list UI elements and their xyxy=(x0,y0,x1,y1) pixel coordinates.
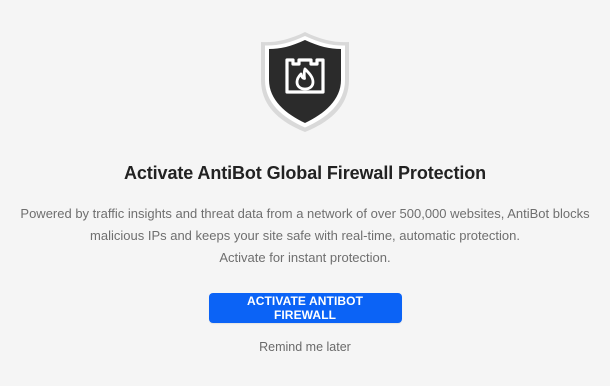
page-title: Activate AntiBot Global Firewall Protect… xyxy=(123,163,487,183)
description-line: Powered by traffic insights and threat d… xyxy=(20,206,590,221)
description-line: malicious IPs and keeps your site safe w… xyxy=(90,228,520,243)
description-line: Activate for instant protection. xyxy=(219,250,391,265)
activation-panel: Activate AntiBot Global Firewall Protect… xyxy=(0,0,610,386)
description: Powered by traffic insights and threat d… xyxy=(15,203,595,269)
shield-fire-icon xyxy=(258,30,352,134)
remind-me-later-link[interactable]: Remind me later xyxy=(259,340,351,354)
activate-firewall-button[interactable]: ACTIVATE ANTIBOT FIREWALL xyxy=(208,293,402,323)
